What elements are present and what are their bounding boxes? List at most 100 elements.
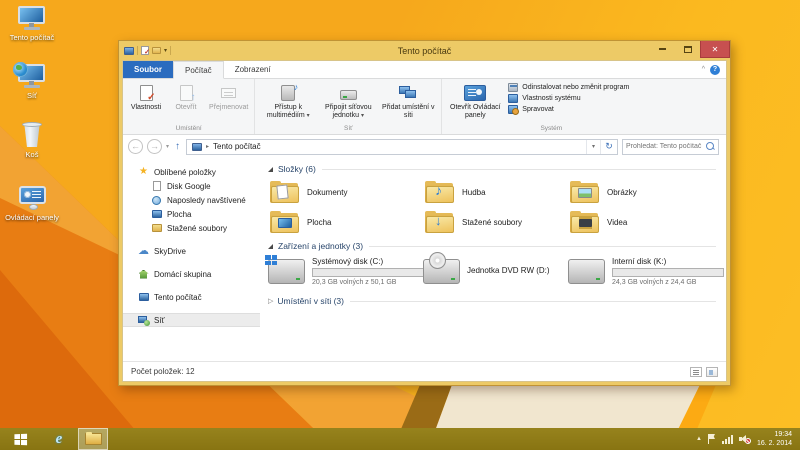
desktop-icon-recycle-bin[interactable]: Koš xyxy=(2,122,62,159)
new-folder-qat-icon[interactable] xyxy=(152,47,161,54)
manage-icon xyxy=(508,105,518,114)
properties-qat-icon[interactable]: ✓ xyxy=(141,46,149,55)
folder-icon xyxy=(570,211,599,233)
close-icon: ✕ xyxy=(712,45,719,54)
close-button[interactable]: ✕ xyxy=(700,41,730,58)
access-media-button[interactable]: ♪ Přístup k multimédiím▾ xyxy=(259,81,317,122)
help-icon[interactable]: ? xyxy=(710,65,720,75)
open-control-panel-button[interactable]: Otevřít Ovládací panely xyxy=(446,81,504,122)
rename-button[interactable]: Přejmenovat xyxy=(207,81,250,114)
thumbnails-view-button[interactable] xyxy=(706,367,718,377)
divider xyxy=(322,169,716,170)
this-pc-mini-icon xyxy=(139,293,149,301)
recycle-bin-icon xyxy=(21,122,43,147)
title-bar[interactable]: ✓ ▾ Tento počítač ✕ xyxy=(119,41,730,60)
clock-date: 16. 2. 2014 xyxy=(757,439,792,448)
search-box[interactable] xyxy=(622,139,719,155)
sidebar-item-homegroup[interactable]: Domácí skupina xyxy=(123,267,260,281)
section-header-network-locations[interactable]: ▷ Umístění v síti (3) xyxy=(268,296,716,306)
sidebar-item-recent[interactable]: Naposledy navštívené xyxy=(123,193,260,207)
divider xyxy=(170,46,171,55)
drive-tile-dvd[interactable]: Jednotka DVD RW (D:) xyxy=(423,254,568,292)
show-hidden-icons-button[interactable]: ▲ xyxy=(696,436,702,442)
folder-tile-documents[interactable]: Dokumenty xyxy=(268,177,423,207)
refresh-icon: ↻ xyxy=(605,141,613,152)
open-button[interactable]: ↑ Otevřít xyxy=(167,81,205,114)
divider xyxy=(369,246,716,247)
tab-computer[interactable]: Počítač xyxy=(173,61,224,79)
minimize-icon xyxy=(659,48,666,50)
manage-button[interactable]: Spravovat xyxy=(508,105,629,114)
taskbar-clock[interactable]: 19:34 16. 2. 2014 xyxy=(757,430,792,448)
folder-tile-downloads[interactable]: ↓ Stažené soubory xyxy=(423,207,568,237)
ribbon-group-location: ✓ Vlastnosti ↑ Otevřít Přejmenovat Umíst… xyxy=(123,79,255,134)
action-center-icon[interactable] xyxy=(708,434,716,444)
media-device-icon: ♪ xyxy=(281,83,295,103)
folder-icon xyxy=(270,211,299,233)
dropdown-caret-icon: ▾ xyxy=(307,113,310,119)
download-arrow-icon: ↓ xyxy=(435,214,442,227)
sidebar-item-skydrive[interactable]: ☁ SkyDrive xyxy=(123,244,260,258)
system-menu-icon[interactable] xyxy=(124,47,134,55)
folder-tile-desktop[interactable]: Plocha xyxy=(268,207,423,237)
breadcrumb-item[interactable]: Tento počítač xyxy=(213,142,261,151)
search-input[interactable] xyxy=(626,143,706,150)
sidebar-item-google-drive[interactable]: Disk Google xyxy=(123,179,260,193)
details-view-button[interactable] xyxy=(690,367,702,377)
taskbar-ie-button[interactable]: e xyxy=(44,428,74,450)
this-pc-icon xyxy=(192,143,202,151)
recent-locations-caret-icon[interactable]: ▾ xyxy=(166,143,169,150)
desktop-mini-icon xyxy=(152,210,162,218)
sidebar-item-favorites[interactable]: ★ Oblíbené položky xyxy=(123,165,260,179)
map-network-drive-button[interactable]: Připojit síťovou jednotku▾ xyxy=(319,81,377,122)
refresh-button[interactable]: ↻ xyxy=(600,140,617,154)
desktop-icon-this-pc[interactable]: Tento počítač xyxy=(2,6,62,42)
section-header-folders[interactable]: Složky (6) xyxy=(268,164,716,174)
add-network-location-button[interactable]: Přidat umístění v síti xyxy=(379,81,437,122)
sidebar-item-desktop[interactable]: Plocha xyxy=(123,207,260,221)
uninstall-program-button[interactable]: Odinstalovat nebo změnit program xyxy=(508,83,629,92)
taskbar: e ▲ 19:34 16. 2. 2014 xyxy=(0,428,800,450)
uninstall-icon xyxy=(508,83,518,92)
up-button[interactable]: ↑ xyxy=(175,141,180,152)
properties-button[interactable]: ✓ Vlastnosti xyxy=(127,81,165,114)
forward-button[interactable]: → xyxy=(147,139,162,154)
internal-drive-icon xyxy=(568,259,605,284)
address-dropdown-button[interactable]: ▾ xyxy=(586,140,600,154)
folder-tile-pictures[interactable]: Obrázky xyxy=(568,177,726,207)
ribbon-group-system: Otevřít Ovládací panely Odinstalovat neb… xyxy=(442,79,726,134)
collapse-triangle-icon xyxy=(268,167,273,172)
sidebar-item-network[interactable]: Síť xyxy=(123,313,260,327)
file-list: Složky (6) Dokumenty ♪ Hudba Obrázky xyxy=(260,158,726,361)
control-panel-ribbon-icon xyxy=(464,83,486,103)
maximize-icon xyxy=(684,46,692,53)
back-button[interactable]: ← xyxy=(128,139,143,154)
minimize-button[interactable] xyxy=(650,41,675,57)
start-button[interactable] xyxy=(0,428,40,450)
network-signal-icon[interactable] xyxy=(722,435,733,444)
system-tray: ▲ 19:34 16. 2. 2014 xyxy=(696,430,800,448)
properties-icon: ✓ xyxy=(140,83,153,103)
tab-file[interactable]: Soubor xyxy=(123,61,173,78)
folder-tile-music[interactable]: ♪ Hudba xyxy=(423,177,568,207)
main-area: ★ Oblíbené položky Disk Google Naposledy… xyxy=(123,158,726,361)
folder-tile-videos[interactable]: Videa xyxy=(568,207,726,237)
sidebar-item-downloads[interactable]: Stažené soubory xyxy=(123,221,260,235)
taskbar-explorer-button[interactable] xyxy=(78,428,108,450)
breadcrumb[interactable]: ▸ Tento počítač xyxy=(187,142,586,151)
system-properties-button[interactable]: Vlastnosti systému xyxy=(508,94,629,103)
minimize-ribbon-icon[interactable]: ^ xyxy=(702,66,705,73)
section-header-devices[interactable]: Zařízení a jednotky (3) xyxy=(268,241,716,251)
qat-customize-caret-icon[interactable]: ▾ xyxy=(164,48,167,54)
tab-view[interactable]: Zobrazení xyxy=(224,61,282,78)
expand-triangle-icon: ▷ xyxy=(268,298,273,305)
sidebar-item-this-pc[interactable]: Tento počítač xyxy=(123,290,260,304)
drive-tile-k[interactable]: Interní disk (K:) 24,3 GB volných z 24,4… xyxy=(568,254,726,292)
drive-tile-c[interactable]: Systémový disk (C:) 20,3 GB volných z 50… xyxy=(268,254,423,292)
address-box[interactable]: ▸ Tento počítač ▾ ↻ xyxy=(186,139,618,155)
maximize-button[interactable] xyxy=(675,41,700,57)
desktop-icon-network[interactable]: Síť xyxy=(2,64,62,100)
folder-icon: ♪ xyxy=(425,181,454,203)
desktop-icon-control-panel[interactable]: Ovládací panely xyxy=(2,186,62,222)
volume-muted-icon[interactable] xyxy=(739,434,751,444)
